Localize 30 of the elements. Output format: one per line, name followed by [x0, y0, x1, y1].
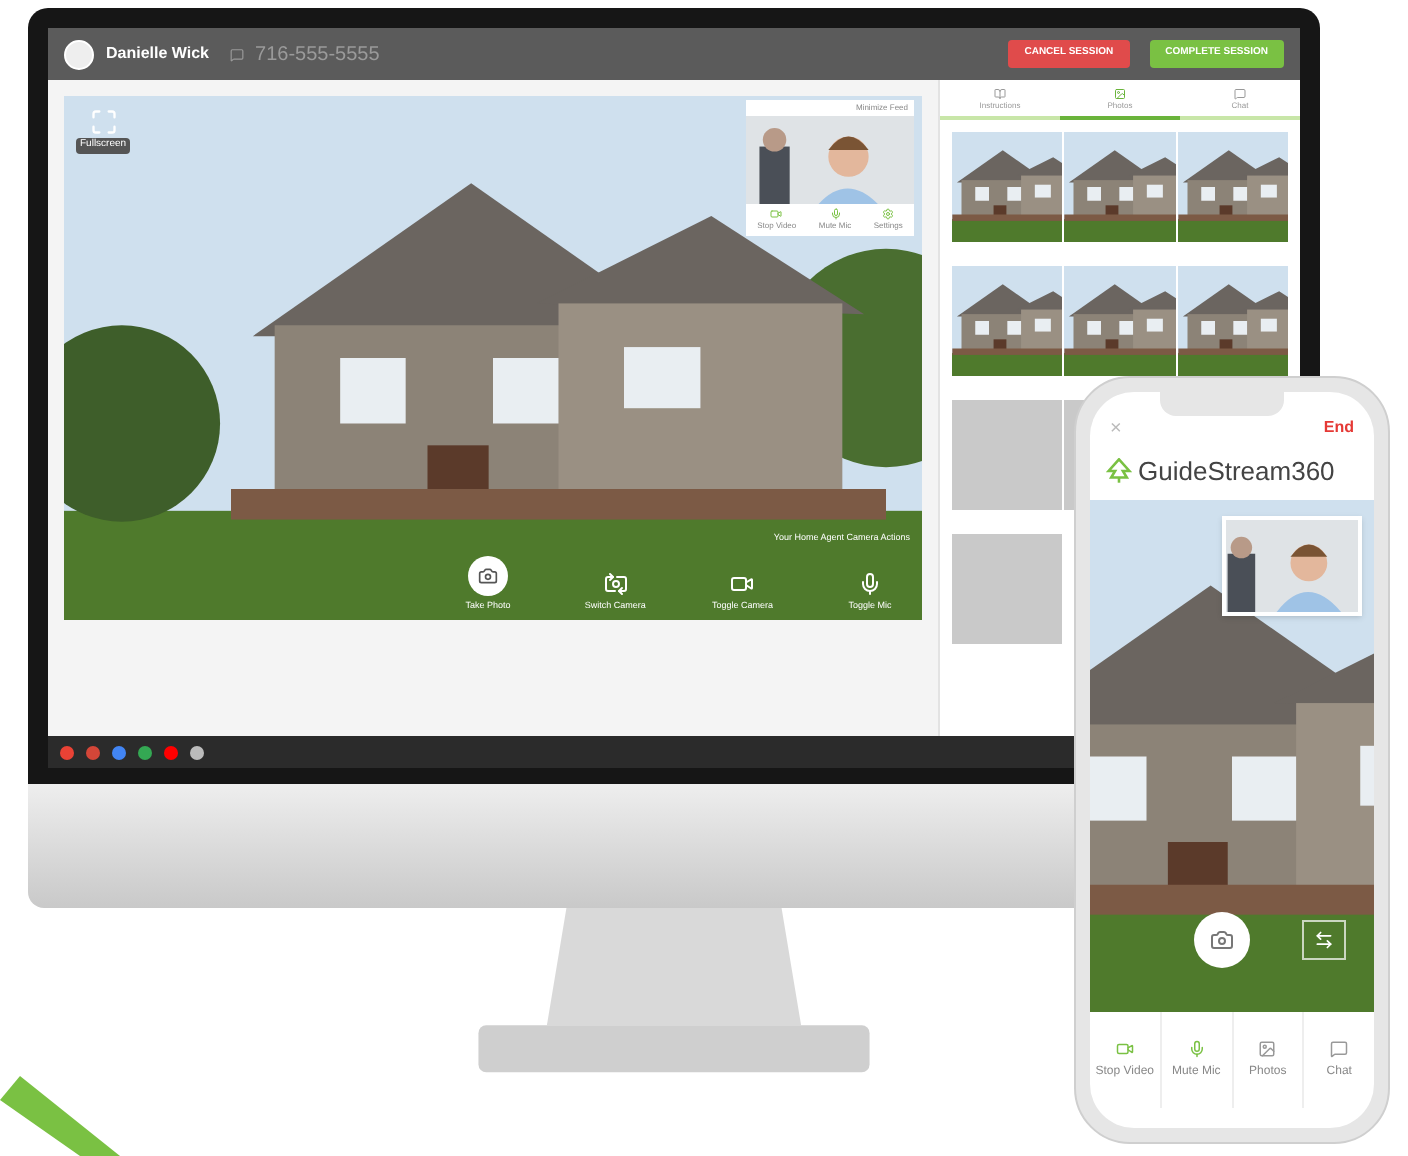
video-camera-icon: [1115, 1039, 1134, 1057]
settings-icon: [882, 208, 895, 220]
tab-icon: [1234, 88, 1246, 100]
photo-thumbnail: [1177, 132, 1288, 242]
agent-name: Danielle Wick: [106, 42, 210, 66]
photo-thumbnail: [952, 132, 1063, 242]
image-icon: [1258, 1039, 1277, 1057]
fullscreen-icon: [89, 108, 118, 136]
photo-thumbnail: [1064, 132, 1176, 242]
empty-photo-slot: [952, 534, 1063, 644]
microphone-icon: [1187, 1039, 1206, 1057]
video-camera-icon: [730, 572, 755, 597]
switch-camera-button[interactable]: [1302, 920, 1346, 960]
phone-number: 716-555-5555: [255, 41, 380, 69]
camera-swap-icon: [603, 572, 628, 597]
swap-icon: [1314, 930, 1334, 950]
chat-icon: [1330, 1039, 1349, 1057]
camera-icon: [1210, 928, 1234, 952]
end-button[interactable]: End: [1323, 416, 1354, 440]
photo-thumbnail: [952, 266, 1063, 376]
phone-notch: [1160, 392, 1285, 416]
chat-icon: [229, 47, 244, 61]
microphone-icon: [829, 208, 841, 220]
tab-icon: [994, 88, 1006, 100]
avatar-icon: [64, 39, 94, 69]
microphone-icon: [857, 572, 882, 597]
tab-icon: [1114, 88, 1126, 100]
video-camera-icon: [770, 208, 783, 220]
stripe-drawing: [0, 1076, 120, 1156]
app-logo-text: GuideStream360: [1138, 454, 1335, 490]
